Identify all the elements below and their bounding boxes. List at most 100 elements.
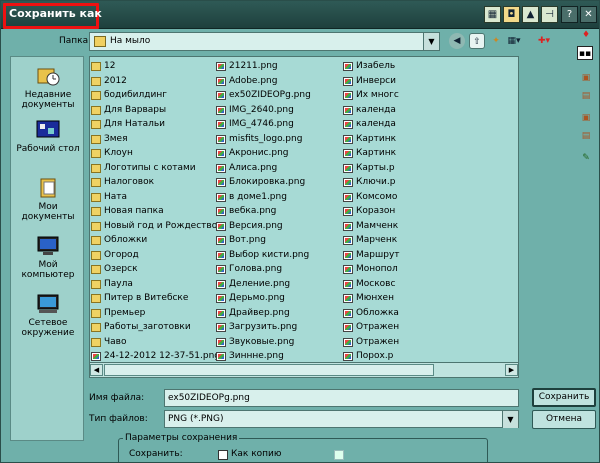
file-item[interactable]: Звуковые.png: [215, 335, 340, 350]
view-menu-icon[interactable]: ▦▾: [506, 33, 522, 49]
folder-item[interactable]: Змея: [90, 132, 213, 147]
edit-icon[interactable]: ✎: [579, 151, 593, 165]
folder-item[interactable]: Новая папка: [90, 204, 213, 219]
rollup-icon[interactable]: ▲: [522, 6, 539, 23]
filename-input[interactable]: ex50ZIDEOPg.png: [164, 389, 519, 407]
file-item[interactable]: Монопол: [342, 262, 512, 277]
folder-item[interactable]: Озерск: [90, 262, 213, 277]
file-item[interactable]: Дерьмо.png: [215, 291, 340, 306]
folder-item[interactable]: Обложки: [90, 233, 213, 248]
file-item[interactable]: Их многс: [342, 88, 512, 103]
file-item[interactable]: Вот.png: [215, 233, 340, 248]
folder-item[interactable]: Для Натальи: [90, 117, 213, 132]
file-item[interactable]: Голова.png: [215, 262, 340, 277]
file-item[interactable]: Драйвер.png: [215, 306, 340, 321]
filetype-select[interactable]: PNG (*.PNG) ▼: [164, 410, 519, 428]
place-my-computer[interactable]: Мой компьютер: [11, 235, 85, 280]
folder-up-icon[interactable]: ▤: [579, 89, 593, 103]
file-item[interactable]: Отражен: [342, 335, 512, 350]
scroll-left-icon[interactable]: ◀: [90, 364, 103, 376]
file-item[interactable]: Мамченк: [342, 219, 512, 234]
folder-select[interactable]: На мыло ▼: [89, 32, 440, 51]
file-list[interactable]: 12 2012 бодибилдинг Для Варвары Для Натальи З…: [89, 56, 519, 378]
file-item[interactable]: IMG_2640.png: [215, 103, 340, 118]
file-item[interactable]: Изабель: [342, 59, 512, 74]
horizontal-scrollbar[interactable]: ◀ ▶: [90, 362, 518, 377]
folder-item[interactable]: Ната: [90, 190, 213, 205]
file-item[interactable]: ex50ZIDEOPg.png: [215, 88, 340, 103]
file-item[interactable]: Инверси: [342, 74, 512, 89]
as-copy-checkbox[interactable]: [218, 450, 228, 460]
file-item[interactable]: Картинк: [342, 132, 512, 147]
save-button[interactable]: Сохранить: [532, 388, 596, 407]
close-button[interactable]: ✕: [580, 6, 597, 23]
folder-icon: [91, 134, 101, 144]
folder-item[interactable]: бодибилдинг: [90, 88, 213, 103]
scroll-right-icon[interactable]: ▶: [505, 364, 518, 376]
folder-item[interactable]: 12: [90, 59, 213, 74]
file-item[interactable]: Маршрут: [342, 248, 512, 263]
file-item[interactable]: в доме1.png: [215, 190, 340, 205]
file-item[interactable]: Выбор кисти.png: [215, 248, 340, 263]
favorites-icon[interactable]: ✚▾: [536, 33, 552, 49]
file-item[interactable]: Московс: [342, 277, 512, 292]
file-item[interactable]: Ключи.p: [342, 175, 512, 190]
folder-item[interactable]: Логотипы с котами: [90, 161, 213, 176]
new-folder-icon[interactable]: ✦: [488, 33, 504, 49]
folder-item[interactable]: Клоун: [90, 146, 213, 161]
file-item[interactable]: Отражен: [342, 320, 512, 335]
file-item[interactable]: Карты.p: [342, 161, 512, 176]
file-item[interactable]: 21211.png: [215, 59, 340, 74]
file-item[interactable]: Загрузить.png: [215, 320, 340, 335]
pin-icon[interactable]: ◘: [503, 6, 520, 23]
place-recent[interactable]: Недавние документы: [11, 65, 85, 110]
folder-item[interactable]: Чаво: [90, 335, 213, 350]
file-item[interactable]: IMG_4746.png: [215, 117, 340, 132]
disabled-checkbox[interactable]: [334, 450, 344, 460]
folder-item[interactable]: Премьер: [90, 306, 213, 321]
folder-new-icon[interactable]: ▣: [579, 111, 593, 125]
grid-view-icon[interactable]: ▪▪: [577, 46, 593, 60]
file-item[interactable]: Комсомо: [342, 190, 512, 205]
folder-add-icon[interactable]: ▣: [579, 71, 593, 85]
folder-item[interactable]: Для Варвары: [90, 103, 213, 118]
cancel-button[interactable]: Отмена: [532, 410, 596, 429]
folder-item[interactable]: Огород: [90, 248, 213, 263]
image-file-icon: [216, 163, 226, 173]
chevron-down-icon[interactable]: ▼: [502, 411, 518, 428]
calendar-icon[interactable]: ▦: [484, 6, 501, 23]
image-file-icon: [343, 279, 353, 289]
pin-window-icon[interactable]: ⊣: [541, 6, 558, 23]
file-item[interactable]: Мюнхен: [342, 291, 512, 306]
folder-item[interactable]: Питер в Витебске: [90, 291, 213, 306]
file-item[interactable]: Версия.png: [215, 219, 340, 234]
file-item[interactable]: Картинк: [342, 146, 512, 161]
up-folder-icon[interactable]: ⇧: [469, 33, 485, 49]
chevron-down-icon[interactable]: ▼: [423, 33, 439, 50]
file-item[interactable]: вебка.png: [215, 204, 340, 219]
folder-item[interactable]: 2012: [90, 74, 213, 89]
folder-item[interactable]: Паула: [90, 277, 213, 292]
place-network[interactable]: Сетевое окружение: [11, 293, 85, 338]
file-item[interactable]: календа: [342, 117, 512, 132]
file-item[interactable]: Акронис.png: [215, 146, 340, 161]
file-item[interactable]: Обложка: [342, 306, 512, 321]
file-item[interactable]: Алиса.png: [215, 161, 340, 176]
file-item[interactable]: Марченк: [342, 233, 512, 248]
folder-item[interactable]: Налоговок: [90, 175, 213, 190]
file-item[interactable]: Adobe.png: [215, 74, 340, 89]
file-item[interactable]: календа: [342, 103, 512, 118]
scroll-thumb[interactable]: [104, 364, 434, 376]
pin-red-icon[interactable]: ♦: [579, 28, 593, 42]
folder-sync-icon[interactable]: ▤: [579, 129, 593, 143]
file-item[interactable]: Блокировка.png: [215, 175, 340, 190]
file-item[interactable]: misfits_logo.png: [215, 132, 340, 147]
place-desktop[interactable]: Рабочий стол: [11, 119, 85, 154]
place-my-documents[interactable]: Мои документы: [11, 177, 85, 222]
folder-item[interactable]: Работы_заготовки: [90, 320, 213, 335]
help-button[interactable]: ?: [561, 6, 578, 23]
file-item[interactable]: Деление.png: [215, 277, 340, 292]
back-icon[interactable]: ◀: [449, 33, 465, 49]
folder-item[interactable]: Новый год и Рождество: [90, 219, 217, 234]
file-item[interactable]: Коразон: [342, 204, 512, 219]
